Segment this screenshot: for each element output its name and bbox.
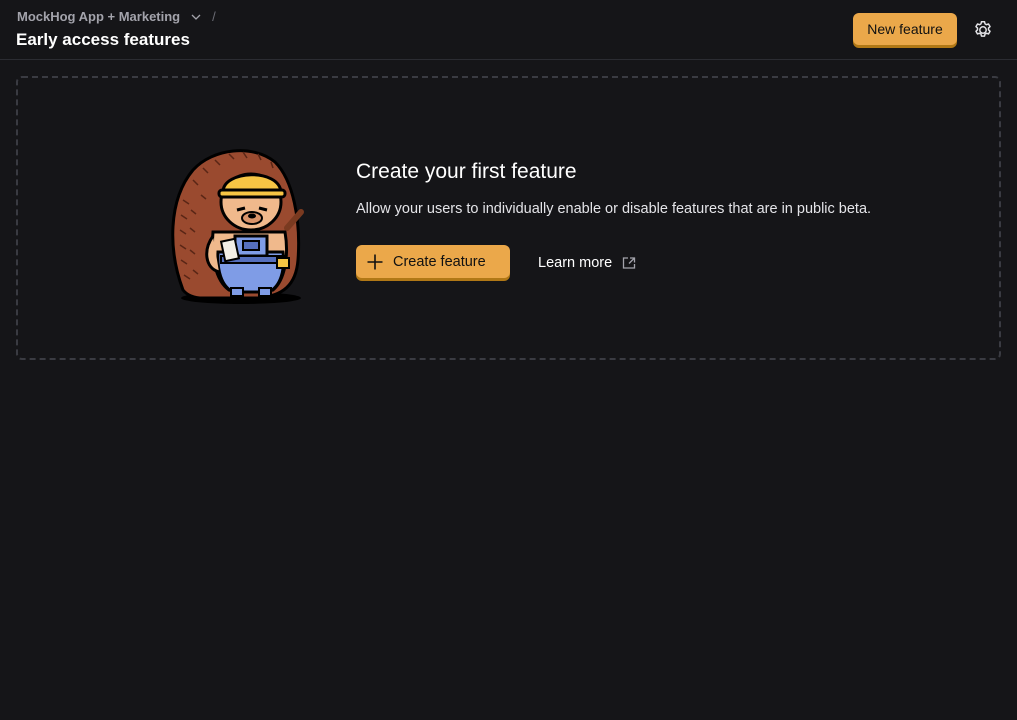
- plus-icon: [367, 254, 383, 269]
- learn-more-link[interactable]: Learn more: [538, 255, 636, 271]
- create-feature-button-label: Create feature: [393, 253, 486, 270]
- learn-more-label: Learn more: [538, 255, 613, 271]
- empty-state-title: Create your first feature: [356, 160, 577, 183]
- chevron-down-icon[interactable]: [190, 11, 202, 23]
- breadcrumb-separator: /: [212, 9, 216, 24]
- empty-state-description: Allow your users to individually enable …: [356, 201, 872, 217]
- project-name[interactable]: MockHog App + Marketing: [17, 9, 180, 24]
- page-title: Early access features: [16, 30, 190, 49]
- new-feature-button[interactable]: New feature: [853, 13, 957, 45]
- breadcrumb: MockHog App + Marketing /: [17, 9, 216, 24]
- new-feature-button-label: New feature: [867, 21, 943, 37]
- top-bar: MockHog App + Marketing / Early access f…: [0, 0, 1017, 60]
- external-link-icon: [623, 257, 636, 269]
- create-feature-button[interactable]: Create feature: [356, 245, 510, 278]
- empty-state-panel: Create your first feature Allow your use…: [16, 76, 1001, 360]
- gear-icon[interactable]: [972, 19, 994, 41]
- hedgehog-illustration: [171, 149, 304, 304]
- project-switcher[interactable]: MockHog App + Marketing: [17, 9, 180, 24]
